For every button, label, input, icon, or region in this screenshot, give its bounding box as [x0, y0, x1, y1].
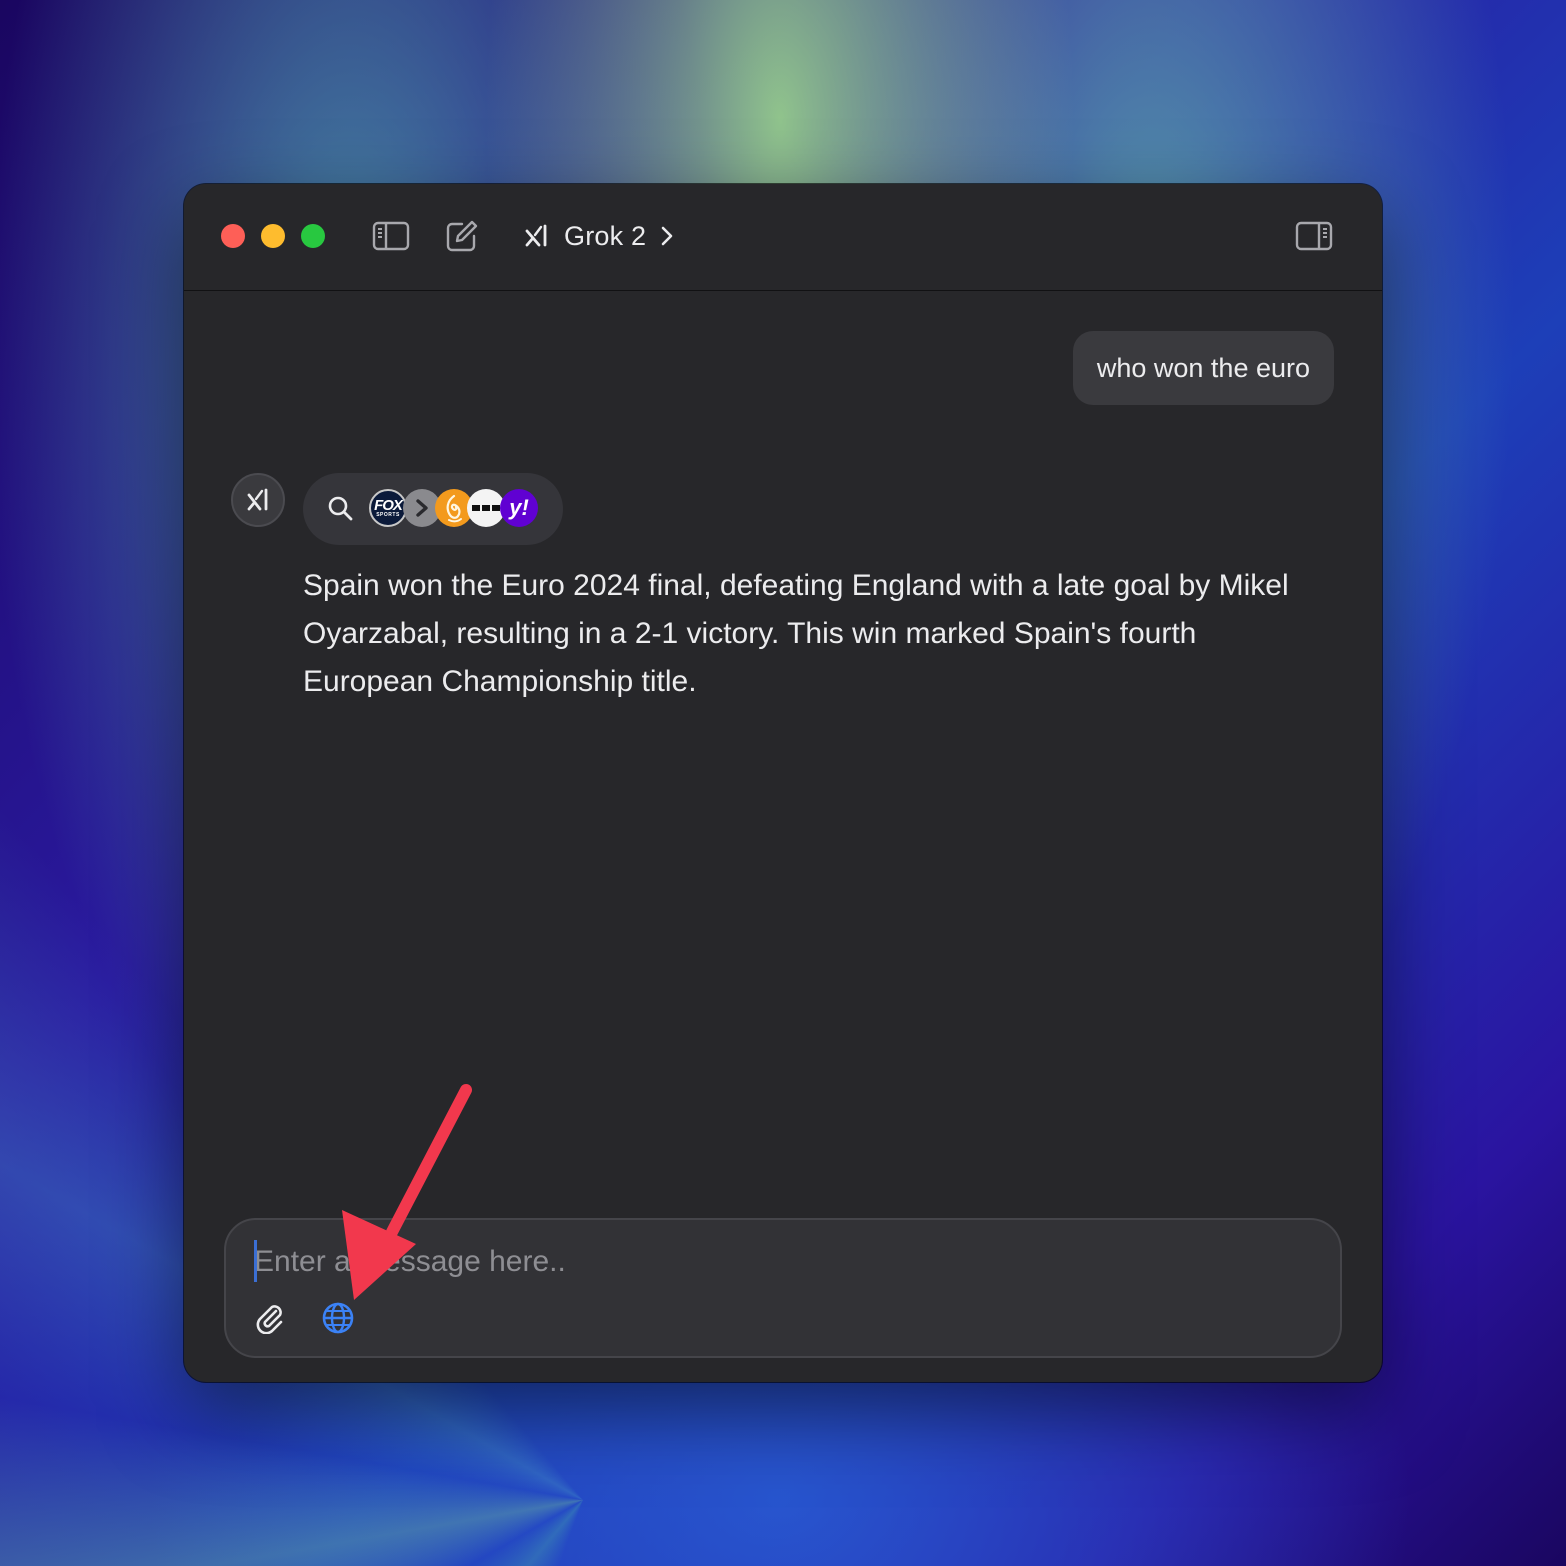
close-window-button[interactable]: [221, 224, 245, 248]
user-message-text: who won the euro: [1096, 352, 1310, 383]
chevron-right-icon: [661, 226, 673, 246]
source-yahoo-label: y!: [509, 495, 529, 520]
message-input[interactable]: [254, 1240, 1294, 1284]
xai-logo-icon: [247, 488, 268, 511]
dots-logo-icon: [472, 505, 500, 511]
right-sidebar-toggle-button[interactable]: [1294, 217, 1334, 255]
web-search-toggle[interactable]: [320, 1300, 356, 1336]
new-chat-icon: [446, 220, 478, 252]
al-jazeera-logo-icon: [446, 494, 462, 523]
source-fox-sports-icon: FOX SPORTS: [369, 489, 407, 527]
globe-icon: [322, 1302, 354, 1334]
sidebar-toggle-button[interactable]: [371, 217, 411, 255]
message-composer: [224, 1218, 1342, 1358]
search-icon: [328, 496, 353, 521]
xai-logo-icon: [525, 224, 547, 247]
assistant-avatar: [231, 473, 285, 527]
sidebar-left-icon: [372, 221, 410, 251]
paperclip-icon: [256, 1305, 283, 1334]
desktop-wallpaper: Grok 2 who won the euro FOX SPORTS y! Sp…: [0, 0, 1566, 1566]
grok-app-window: Grok 2 who won the euro FOX SPORTS y! Sp…: [184, 184, 1382, 1382]
title-bar: Grok 2: [184, 184, 1382, 291]
web-sources-pill[interactable]: FOX SPORTS y!: [303, 473, 563, 545]
model-selector[interactable]: Grok 2: [524, 217, 674, 255]
sidebar-right-icon: [1295, 221, 1333, 251]
minimize-window-button[interactable]: [261, 224, 285, 248]
source-yahoo-icon: y!: [500, 489, 538, 527]
source-fox-sublabel: SPORTS: [376, 512, 400, 518]
source-fox-label: FOX: [374, 497, 403, 514]
new-chat-button[interactable]: [442, 217, 482, 255]
zoom-window-button[interactable]: [301, 224, 325, 248]
model-name: Grok 2: [564, 220, 647, 251]
chevron-right-icon: [416, 499, 428, 517]
attach-file-button[interactable]: [252, 1300, 288, 1336]
text-caret: [254, 1240, 257, 1282]
user-message-bubble: who won the euro: [1072, 331, 1334, 405]
assistant-answer-text: Spain won the Euro 2024 final, defeating…: [303, 569, 1289, 698]
